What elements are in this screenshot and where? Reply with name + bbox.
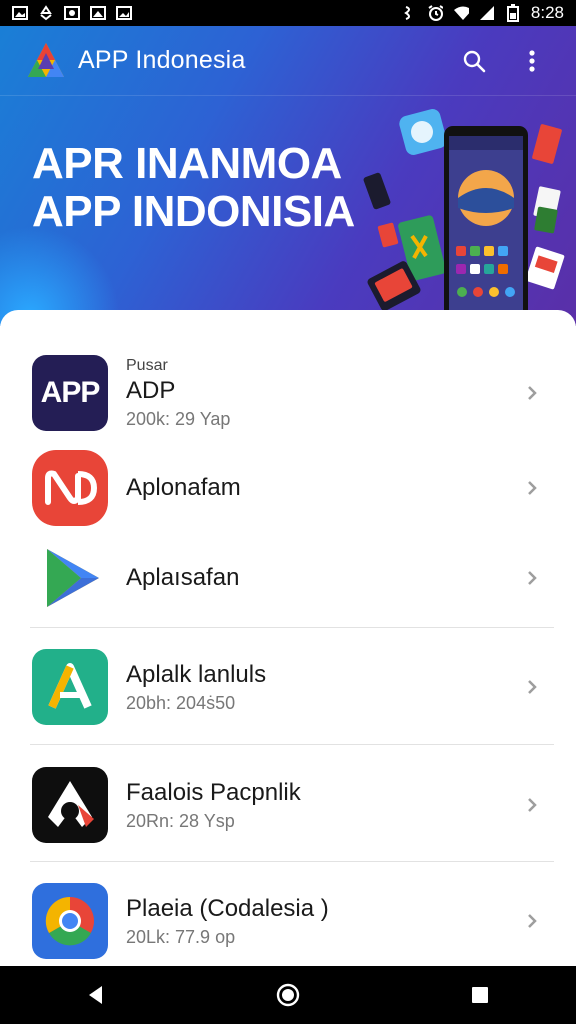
app-bar: APP Indonesia <box>0 26 576 96</box>
signal-icon <box>479 5 495 21</box>
hero-phone-illustration <box>363 109 565 324</box>
chevron-right-icon <box>520 909 544 933</box>
chevron-right-icon <box>520 566 544 590</box>
list-item-name: Plaeia (Codalesia ) <box>126 894 329 922</box>
list-item-name: Aplonafam <box>126 474 241 501</box>
vibrate-icon <box>401 5 417 21</box>
wifi-icon <box>453 5 469 21</box>
search-button[interactable] <box>454 41 494 81</box>
status-right: 8:28 <box>401 3 564 23</box>
chevron-right-icon <box>520 793 544 817</box>
app-list-card: APP Pusar ADP 200k: 29 Yap Aplonafam Apl… <box>0 310 576 970</box>
battery-icon <box>505 4 521 22</box>
list-item[interactable]: Aplalk lanluls 20bh: 204ṡ50 <box>0 644 576 730</box>
image-icon <box>90 5 106 21</box>
recents-icon <box>472 987 488 1003</box>
gallery-icon <box>12 5 28 21</box>
list-item[interactable]: Faalois Pacpnlik 20Rn: 28 Ysp <box>0 762 576 848</box>
image-icon <box>64 5 80 21</box>
list-item-meta: 20Rn: 28 Ysp <box>126 810 235 831</box>
list-item-meta: 20Lk: 77.9 op <box>126 926 236 947</box>
list-item[interactable]: Plaeia (Codalesia ) 20Lk: 77.9 op <box>0 878 576 964</box>
list-item-name: Faalois Pacpnlik <box>126 778 301 806</box>
divider <box>30 627 554 628</box>
list-item-text: Aplonafam <box>126 474 520 502</box>
alarm-icon <box>427 5 443 21</box>
list-item-text: Plaeia (Codalesia ) 20Lk: 77.9 op <box>126 895 520 948</box>
back-icon <box>89 986 102 1004</box>
hero-line-2: APP INDONISIA <box>32 187 355 236</box>
list-item-kicker: Pusar <box>126 356 168 374</box>
play-store-icon <box>32 540 108 616</box>
bird-logo-icon <box>32 767 108 843</box>
search-icon <box>463 50 486 72</box>
chrome-icon <box>32 883 108 959</box>
status-time: 8:28 <box>530 3 564 22</box>
list-item[interactable]: Aplonafam <box>0 448 576 528</box>
divider <box>30 861 554 862</box>
image-icon <box>116 5 132 21</box>
list-item[interactable]: Aplaısafan <box>0 538 576 618</box>
status-left <box>12 5 132 21</box>
list-item-name: Aplalk lanluls <box>126 660 267 688</box>
chevron-right-icon <box>520 476 544 500</box>
list-item-meta: 20bh: 204ṡ50 <box>126 692 236 713</box>
list-item-name: Aplaısafan <box>126 564 240 591</box>
navigation-bar <box>0 966 576 1024</box>
status-bar: 8:28 <box>0 0 576 26</box>
list-item-text: Aplaısafan <box>126 564 520 592</box>
recycle-icon <box>38 5 54 21</box>
home-button[interactable] <box>264 971 312 1019</box>
home-icon <box>276 983 300 1007</box>
app-logo-icon <box>28 42 64 77</box>
app-title: APP Indonesia <box>78 46 246 74</box>
list-item[interactable]: APP Pusar ADP 200k: 29 Yap <box>0 350 576 436</box>
back-button[interactable] <box>72 971 120 1019</box>
list-item-text: Faalois Pacpnlik 20Rn: 28 Ysp <box>126 779 520 832</box>
list-item-text: Aplalk lanluls 20bh: 204ṡ50 <box>126 661 520 714</box>
more-vert-icon <box>529 49 535 72</box>
divider <box>30 744 554 745</box>
a-logo-icon <box>32 649 108 725</box>
more-options-button[interactable] <box>512 41 552 81</box>
hero-line-1: APR INANMOA <box>32 139 342 188</box>
recents-button[interactable] <box>456 971 504 1019</box>
nd-logo-icon <box>32 450 108 526</box>
list-item-meta: 200k: 29 Yap <box>126 408 231 429</box>
hero-banner: APP Indonesia APR INANMOA APP INDONISIA <box>0 26 576 326</box>
list-item-text: Pusar ADP 200k: 29 Yap <box>126 357 520 430</box>
app-text-icon: APP <box>32 355 108 431</box>
list-item-name: ADP <box>126 376 176 404</box>
app-icon-label: APP <box>40 376 101 409</box>
chevron-right-icon <box>520 381 544 405</box>
hero-headline: APR INANMOA APP INDONISIA <box>32 140 355 236</box>
chevron-right-icon <box>520 675 544 699</box>
